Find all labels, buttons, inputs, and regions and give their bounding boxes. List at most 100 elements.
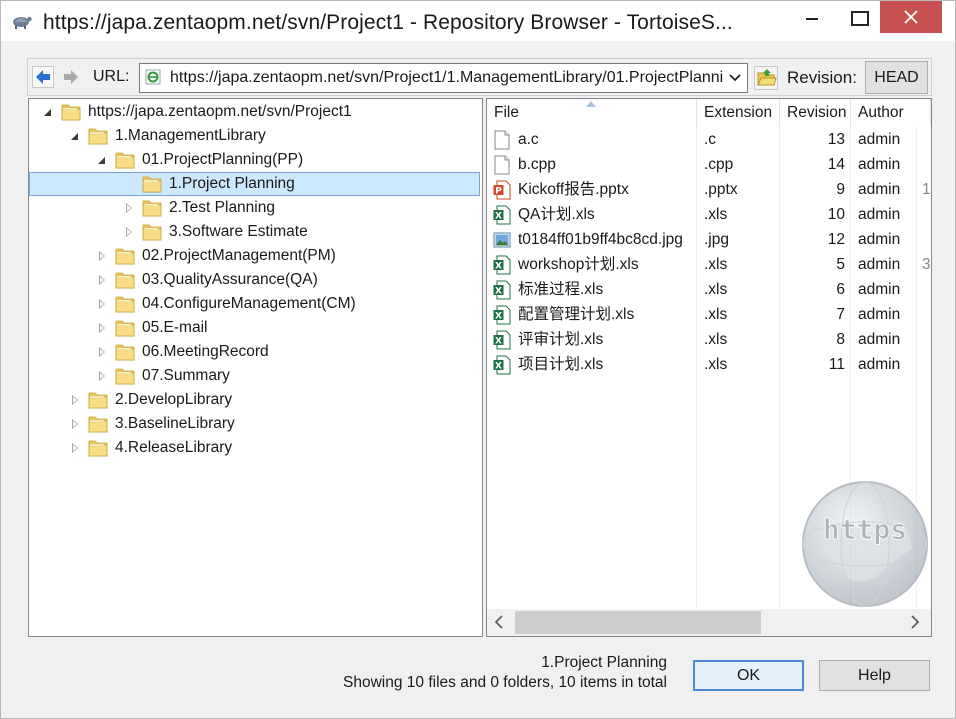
file-row[interactable]: b.cpp .cpp 14 admin [487,152,931,177]
tree-item[interactable]: 03.QualityAssurance(QA) [29,268,482,292]
expand-arrow-icon[interactable] [69,436,81,460]
file-extension: .xls [704,331,728,348]
tree-item-label: 3.Software Estimate [169,223,308,240]
file-revision: 7 [836,306,845,323]
file-name: 评审计划.xls [518,331,604,348]
minimize-button[interactable] [788,1,834,33]
status-summary: Showing 10 files and 0 folders, 10 items… [343,674,667,691]
tree-item-label: 4.ReleaseLibrary [115,439,233,456]
file-extension: .pptx [704,181,738,198]
open-folder-icon[interactable] [754,64,778,92]
powerpoint-file-icon: P [493,180,511,200]
file-extra-cell: 3 [922,256,931,273]
folder-icon [88,392,108,409]
file-extension: .cpp [704,156,734,173]
file-row[interactable]: Xworkshop计划.xls .xls 5 admin 3 [487,252,931,277]
tree-item[interactable]: 2.DevelopLibrary [29,388,482,412]
expand-arrow-icon[interactable] [96,340,108,364]
tree-item[interactable]: 05.E-mail [29,316,482,340]
scroll-left-icon[interactable] [493,615,505,629]
file-revision: 9 [836,181,845,198]
tree-item[interactable]: 3.Software Estimate [29,220,482,244]
column-header-file-label: File [494,104,519,121]
tree-item[interactable]: 07.Summary [29,364,482,388]
arrow-right-icon[interactable] [60,66,82,88]
svg-text:X: X [495,312,502,322]
tree-item[interactable]: 1.Project Planning [29,172,482,196]
folder-icon [115,152,135,169]
revision-label: Revision: [787,68,857,87]
maximize-button[interactable] [834,1,880,33]
scrollbar-thumb[interactable] [515,611,761,634]
horizontal-scrollbar[interactable] [487,609,931,636]
file-name: a.c [518,131,539,148]
tree-item[interactable]: 04.ConfigureManagement(CM) [29,292,482,316]
expand-arrow-icon[interactable] [123,220,135,244]
expand-arrow-icon[interactable] [123,196,135,220]
file-name: QA计划.xls [518,206,595,223]
folder-icon [115,320,135,337]
file-row[interactable]: a.c .c 13 admin [487,127,931,152]
file-author: admin [858,331,901,348]
expand-arrow-icon[interactable] [96,316,108,340]
revision-head-button[interactable]: HEAD [865,61,928,94]
url-input[interactable]: https://japa.zentaopm.net/svn/Project1/1… [139,63,748,93]
file-author: admin [858,231,901,248]
scroll-right-icon[interactable] [909,615,921,629]
file-revision: 6 [836,281,845,298]
folder-icon [142,176,162,193]
file-row[interactable]: X 标准过程.xls .xls 6 admin [487,277,931,302]
collapse-arrow-icon[interactable] [42,100,54,124]
excel-file-icon: X [493,255,511,275]
tree-item[interactable]: 2.Test Planning [29,196,482,220]
watermark-text: https [823,513,907,546]
arrow-left-icon[interactable] [32,66,54,88]
column-header-revision[interactable]: Revision [780,99,851,126]
url-label: URL: [93,68,130,85]
title-bar: https://japa.zentaopm.net/svn/Project1 -… [1,1,955,41]
file-row[interactable]: X 配置管理计划.xls .xls 7 admin [487,302,931,327]
ok-button[interactable]: OK [693,660,804,691]
tree-item[interactable]: 4.ReleaseLibrary [29,436,482,460]
expand-arrow-icon[interactable] [69,412,81,436]
expand-arrow-icon[interactable] [96,244,108,268]
collapse-arrow-icon[interactable] [69,124,81,148]
text-file-icon [494,155,510,175]
collapse-arrow-icon[interactable] [96,148,108,172]
tree-item[interactable]: 01.ProjectPlanning(PP) [29,148,482,172]
tree-item-label: 3.BaselineLibrary [115,415,235,432]
expand-arrow-icon[interactable] [96,364,108,388]
folder-icon [142,224,162,241]
repository-browser-window: https://japa.zentaopm.net/svn/Project1 -… [0,0,956,719]
file-name: 项目计划.xls [518,356,604,373]
tree-item[interactable]: 02.ProjectManagement(PM) [29,244,482,268]
expand-arrow-icon[interactable] [96,268,108,292]
file-revision: 11 [828,356,845,373]
column-header-file[interactable]: File [487,99,697,126]
column-header-extension[interactable]: Extension [697,99,780,126]
tree-item[interactable]: 1.ManagementLibrary [29,124,482,148]
file-list[interactable]: File Extension Revision Author a.c .c 13 ad… [486,98,932,637]
repository-tree[interactable]: https://japa.zentaopm.net/svn/Project1 1.… [28,98,483,637]
file-extension: .xls [704,306,728,323]
tree-item[interactable]: https://japa.zentaopm.net/svn/Project1 [29,100,482,124]
tree-item[interactable]: 06.MeetingRecord [29,340,482,364]
file-row[interactable]: t0184ff01b9ff4bc8cd.jpg .jpg 12 admin [487,227,931,252]
url-page-icon [145,69,161,85]
expand-arrow-icon[interactable] [96,292,108,316]
file-row[interactable]: P Kickoff报告.pptx .pptx 9 admin 1 [487,177,931,202]
help-button[interactable]: Help [819,660,930,691]
close-button[interactable] [880,1,942,33]
file-row[interactable]: X QA计划.xls .xls 10 admin [487,202,931,227]
tree-item[interactable]: 3.BaselineLibrary [29,412,482,436]
file-extension: .xls [704,256,728,273]
svg-text:X: X [495,212,502,222]
excel-file-icon: X [493,330,511,350]
excel-file-icon: X [493,280,511,300]
column-header-author[interactable]: Author [851,99,931,126]
url-dropdown-button[interactable] [724,64,746,92]
file-row[interactable]: X 评审计划.xls .xls 8 admin [487,327,931,352]
file-revision: 14 [827,156,845,173]
file-row[interactable]: X 项目计划.xls .xls 11 admin [487,352,931,377]
expand-arrow-icon[interactable] [69,388,81,412]
